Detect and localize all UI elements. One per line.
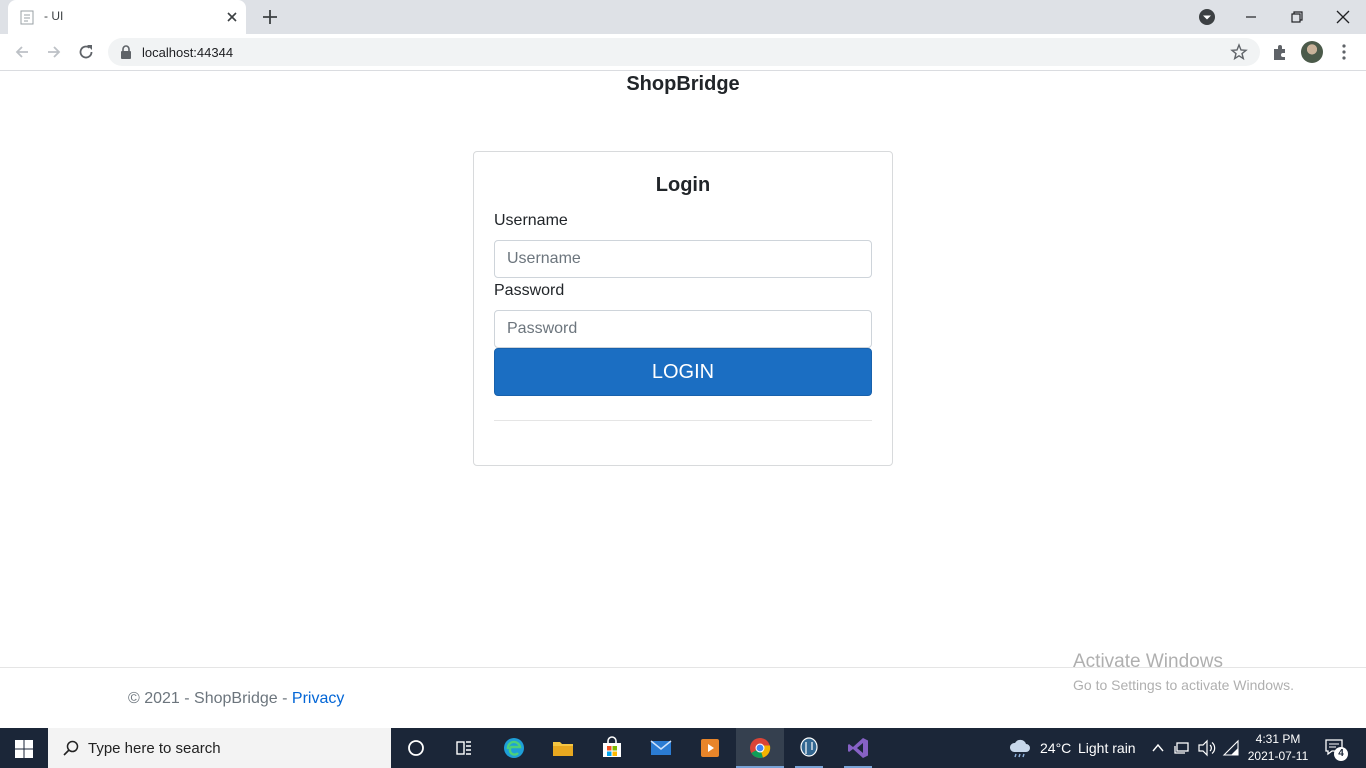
back-icon[interactable] [12, 42, 32, 62]
media-player-icon [701, 739, 719, 757]
visual-studio-app[interactable] [834, 728, 882, 768]
login-heading: Login [655, 174, 711, 196]
address-bar[interactable]: localhost:44344 [108, 38, 1260, 66]
volume-icon[interactable] [1197, 739, 1217, 757]
taskbar-search[interactable]: Type here to search [48, 728, 391, 768]
browser-toolbar: localhost:44344 [0, 34, 1366, 71]
site-brand[interactable]: ShopBridge [0, 73, 1366, 96]
close-icon[interactable] [224, 9, 240, 25]
username-label: Username [494, 212, 568, 229]
divider [494, 420, 872, 421]
login-card: Login Username Password LOGIN [473, 151, 893, 466]
mail-app[interactable] [637, 728, 685, 768]
kebab-menu-icon[interactable] [1334, 42, 1354, 62]
avatar[interactable] [1301, 41, 1323, 63]
extensions-icon[interactable] [1270, 42, 1290, 62]
profile-menu-icon[interactable] [1196, 6, 1218, 28]
footer-text: © 2021 - ShopBridge - Privacy [128, 690, 344, 708]
weather-temp[interactable]: 24°C [1040, 740, 1071, 756]
cortana-button[interactable] [392, 728, 440, 768]
privacy-link[interactable]: Privacy [292, 690, 344, 707]
visual-studio-icon [848, 738, 868, 758]
plus-icon[interactable] [260, 7, 280, 27]
file-explorer-icon [553, 742, 573, 756]
tab-title: - UI [44, 9, 64, 23]
store-icon [603, 736, 621, 757]
system-clock[interactable]: 4:31 PM 2021-07-11 [1238, 731, 1318, 765]
copyright-text: © 2021 - ShopBridge - [128, 690, 292, 707]
activate-windows-subtitle: Go to Settings to activate Windows. [1073, 677, 1294, 693]
windows-start-icon[interactable] [14, 739, 34, 759]
chevron-up-icon[interactable] [1151, 741, 1165, 755]
minimize-icon[interactable] [1240, 6, 1262, 28]
search-placeholder: Type here to search [88, 740, 221, 757]
network-icon[interactable] [1173, 739, 1191, 757]
file-explorer-app[interactable] [539, 728, 587, 768]
edge-app[interactable] [490, 728, 538, 768]
cloud-rain-icon[interactable] [1008, 738, 1032, 758]
restore-icon[interactable] [1286, 6, 1308, 28]
notification-badge: 4 [1334, 747, 1348, 761]
search-icon [63, 740, 79, 756]
password-label: Password [494, 282, 565, 299]
task-view-button[interactable] [440, 728, 488, 768]
star-icon[interactable] [1230, 43, 1248, 61]
login-button[interactable]: LOGIN [494, 348, 872, 396]
postgres-icon [800, 737, 818, 757]
clock-date: 2021-07-11 [1247, 749, 1309, 763]
notification-button[interactable]: 4 [1324, 737, 1348, 761]
cortana-icon [408, 740, 424, 756]
username-field[interactable] [494, 240, 872, 278]
url-text[interactable]: localhost:44344 [142, 45, 233, 60]
lock-icon[interactable] [120, 45, 132, 59]
password-field[interactable] [494, 310, 872, 348]
postgres-app[interactable] [785, 728, 833, 768]
mail-icon [650, 740, 672, 755]
task-view-icon [456, 741, 471, 755]
forward-icon[interactable] [44, 42, 64, 62]
edge-icon [504, 738, 524, 758]
clock-time: 4:31 PM [1255, 732, 1301, 746]
taskbar: Type here to search 24°C Light rain 4:31… [0, 728, 1366, 768]
activate-windows-title: Activate Windows [1073, 651, 1223, 672]
browser-tab[interactable]: - UI [8, 0, 246, 34]
store-app[interactable] [588, 728, 636, 768]
chrome-app[interactable] [736, 728, 784, 768]
weather-desc[interactable]: Light rain [1078, 740, 1136, 756]
chrome-icon [750, 738, 771, 758]
browser-tab-strip: - UI [0, 0, 1366, 34]
media-player-app[interactable] [686, 728, 734, 768]
page-favicon-icon [20, 10, 34, 25]
close-window-icon[interactable] [1332, 6, 1354, 28]
reload-icon[interactable] [76, 42, 96, 62]
